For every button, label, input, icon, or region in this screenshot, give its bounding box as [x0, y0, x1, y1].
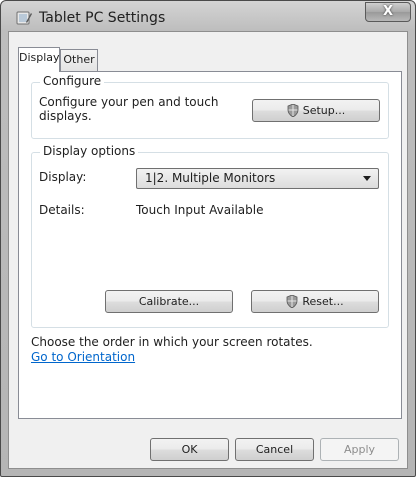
chevron-down-icon	[363, 176, 371, 181]
uac-shield-icon	[286, 294, 298, 308]
setup-button-label: Setup...	[302, 104, 346, 117]
setup-button[interactable]: Setup...	[252, 99, 380, 122]
window-title: Tablet PC Settings	[39, 10, 166, 26]
tab-display-label: Display	[19, 51, 60, 64]
ok-button[interactable]: OK	[150, 438, 229, 461]
orientation-description: Choose the order in which your screen ro…	[31, 335, 313, 349]
go-to-orientation-link[interactable]: Go to Orientation	[31, 350, 135, 364]
tablet-pc-settings-window: Tablet PC Settings X Display Other Confi…	[0, 0, 416, 477]
display-options-group-label: Display options	[40, 144, 139, 158]
tab-other-label: Other	[63, 53, 95, 66]
configure-description: Configure your pen and touch displays.	[39, 95, 219, 123]
tablet-pc-icon	[16, 11, 32, 25]
close-icon: X	[382, 4, 394, 19]
display-options-group: Display options Display: 1|2. Multiple M…	[31, 144, 389, 328]
cancel-button-label: Cancel	[255, 443, 294, 456]
display-label: Display:	[39, 170, 87, 184]
cancel-button[interactable]: Cancel	[235, 438, 314, 461]
ok-button-label: OK	[181, 443, 198, 456]
title-bar[interactable]: Tablet PC Settings X	[1, 1, 415, 35]
details-value: Touch Input Available	[136, 203, 264, 217]
tab-display[interactable]: Display	[18, 47, 60, 72]
apply-button[interactable]: Apply	[320, 438, 399, 461]
display-tab-panel: Configure Configure your pen and touch d…	[18, 71, 402, 419]
calibrate-button[interactable]: Calibrate...	[105, 290, 233, 313]
details-label: Details:	[39, 203, 85, 217]
configure-group: Configure Configure your pen and touch d…	[31, 74, 389, 139]
tab-other[interactable]: Other	[60, 49, 98, 71]
display-select-value: 1|2. Multiple Monitors	[145, 171, 276, 185]
configure-group-label: Configure	[40, 74, 105, 88]
uac-shield-icon	[287, 103, 299, 117]
dialog-client-area: Display Other Configure Configure your p…	[8, 31, 408, 469]
reset-button-label: Reset...	[302, 295, 344, 308]
close-button[interactable]: X	[365, 2, 411, 22]
display-select[interactable]: 1|2. Multiple Monitors	[136, 168, 379, 189]
apply-button-label: Apply	[343, 443, 376, 456]
reset-button[interactable]: Reset...	[251, 290, 379, 313]
calibrate-button-label: Calibrate...	[138, 295, 200, 308]
